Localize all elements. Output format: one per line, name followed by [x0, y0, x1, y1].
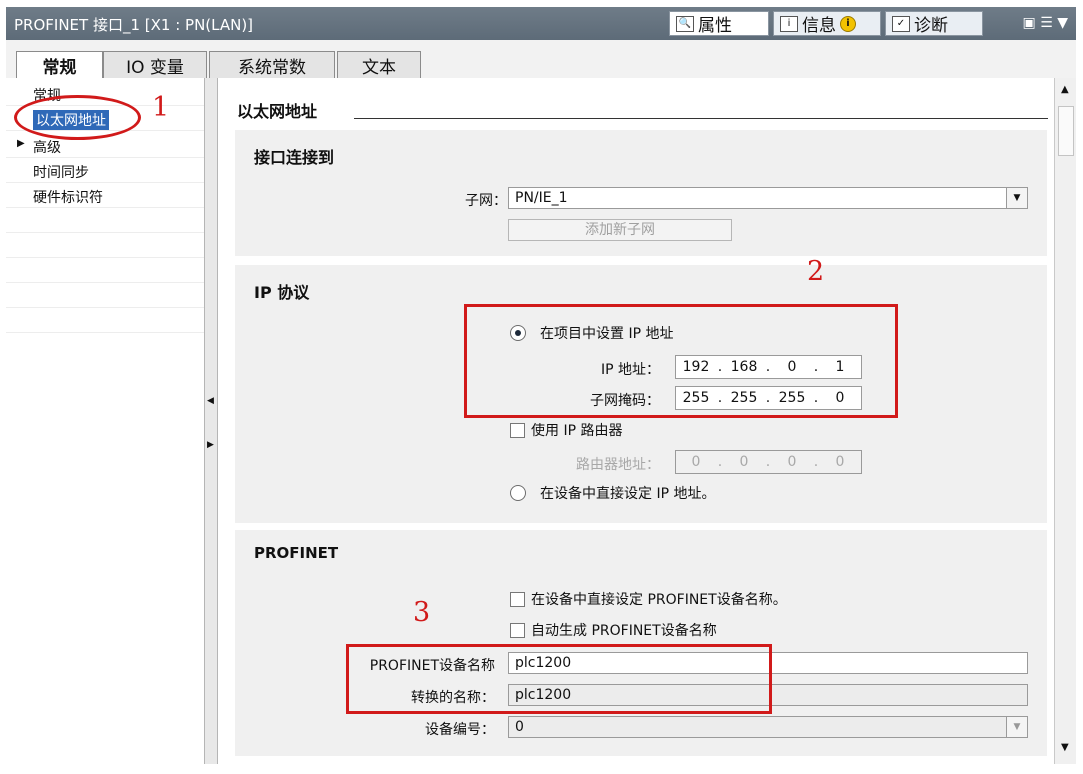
use-router-checkbox[interactable]: [510, 423, 525, 438]
add-subnet-button[interactable]: 添加新子网: [508, 219, 732, 241]
scroll-down-icon[interactable]: ▼: [1061, 742, 1069, 753]
nav-item-hardware-id[interactable]: 硬件标识符: [6, 183, 204, 208]
annotation-box-2: [464, 304, 898, 418]
tab-info-label: 信息: [802, 16, 836, 36]
router-address-label: 路由器地址：: [576, 457, 660, 473]
annotation-number-2: 2: [807, 256, 825, 287]
profinet-section: PROFINET 在设备中直接设定 PROFINET设备名称。 自动生成 PRO…: [235, 530, 1047, 756]
expand-right-icon[interactable]: ▶: [207, 440, 214, 450]
diagnostics-icon: ✓: [892, 15, 910, 32]
tab-system-constants[interactable]: 系统常数: [209, 51, 335, 78]
vertical-scrollbar[interactable]: ▲ ▼: [1054, 78, 1076, 764]
tab-texts[interactable]: 文本: [337, 51, 421, 78]
tab-general[interactable]: 常规: [16, 51, 103, 79]
collapse-left-icon[interactable]: ◀: [207, 396, 214, 406]
device-number-select[interactable]: 0 ▼: [508, 716, 1028, 738]
annotation-box-3: [346, 644, 772, 714]
heading-rule: [354, 118, 1048, 119]
annotation-circle-1: [14, 95, 141, 140]
interface-section-title: 接口连接到: [254, 148, 335, 167]
main-tab-bar: 常规 IO 变量 系统常数 文本: [6, 40, 1076, 79]
subnet-label: 子网：: [465, 193, 507, 209]
info-badge-icon: i: [840, 15, 856, 32]
device-number-label: 设备编号：: [425, 722, 495, 738]
restore-icon[interactable]: ▣: [1023, 15, 1036, 31]
ip-section-title: IP 协议: [254, 283, 310, 302]
annotation-number-3: 3: [413, 597, 431, 628]
radio-set-ip-on-device[interactable]: [510, 485, 526, 501]
properties-icon: 🔍: [676, 15, 694, 32]
window-title: PROFINET 接口_1 [X1 : PN(LAN)]: [14, 16, 254, 34]
tab-info[interactable]: i 信息 i: [773, 11, 881, 36]
nav-item-time-sync[interactable]: 时间同步: [6, 158, 204, 183]
menu-dropdown-icon[interactable]: ▼: [1057, 15, 1068, 31]
nav-tree: 常规 以太网地址 ▶ 高级 时间同步 硬件标识符: [6, 78, 205, 764]
tab-properties[interactable]: 🔍 属性: [669, 11, 769, 36]
scroll-up-icon[interactable]: ▲: [1061, 84, 1069, 95]
expand-arrow-icon[interactable]: ▶: [17, 138, 25, 149]
annotation-number-1: 1: [152, 92, 170, 123]
set-name-on-device-label: 在设备中直接设定 PROFINET设备名称。: [531, 592, 787, 608]
title-bar: PROFINET 接口_1 [X1 : PN(LAN)] 🔍 属性 i 信息 i…: [6, 7, 1076, 40]
chevron-down-icon[interactable]: ▼: [1006, 188, 1027, 208]
info-icon: i: [780, 15, 798, 32]
radio-set-ip-on-device-label: 在设备中直接设定 IP 地址。: [540, 486, 716, 502]
auto-generate-name-label: 自动生成 PROFINET设备名称: [531, 623, 717, 639]
tab-io-tags[interactable]: IO 变量: [103, 51, 207, 78]
auto-generate-name-checkbox[interactable]: [510, 623, 525, 638]
window-controls[interactable]: ▣ ☰ ▼: [1023, 15, 1068, 31]
set-name-on-device-checkbox[interactable]: [510, 592, 525, 607]
page-title: 以太网地址: [237, 102, 318, 121]
chevron-down-icon[interactable]: ▼: [1006, 717, 1027, 737]
list-icon[interactable]: ☰: [1040, 15, 1053, 31]
interface-section: 接口连接到 子网： PN/IE_1 ▼ 添加新子网: [235, 130, 1047, 256]
profinet-section-title: PROFINET: [254, 544, 339, 562]
tab-properties-label: 属性: [698, 16, 732, 36]
panel-splitter[interactable]: ◀ ▶: [204, 78, 218, 764]
use-router-label: 使用 IP 路由器: [531, 423, 623, 439]
router-address-input[interactable]: 0. 0. 0. 0: [675, 450, 862, 474]
tab-diagnostics[interactable]: ✓ 诊断: [885, 11, 983, 36]
tab-diagnostics-label: 诊断: [914, 16, 948, 36]
subnet-select[interactable]: PN/IE_1 ▼: [508, 187, 1028, 209]
scroll-thumb[interactable]: [1058, 106, 1074, 156]
